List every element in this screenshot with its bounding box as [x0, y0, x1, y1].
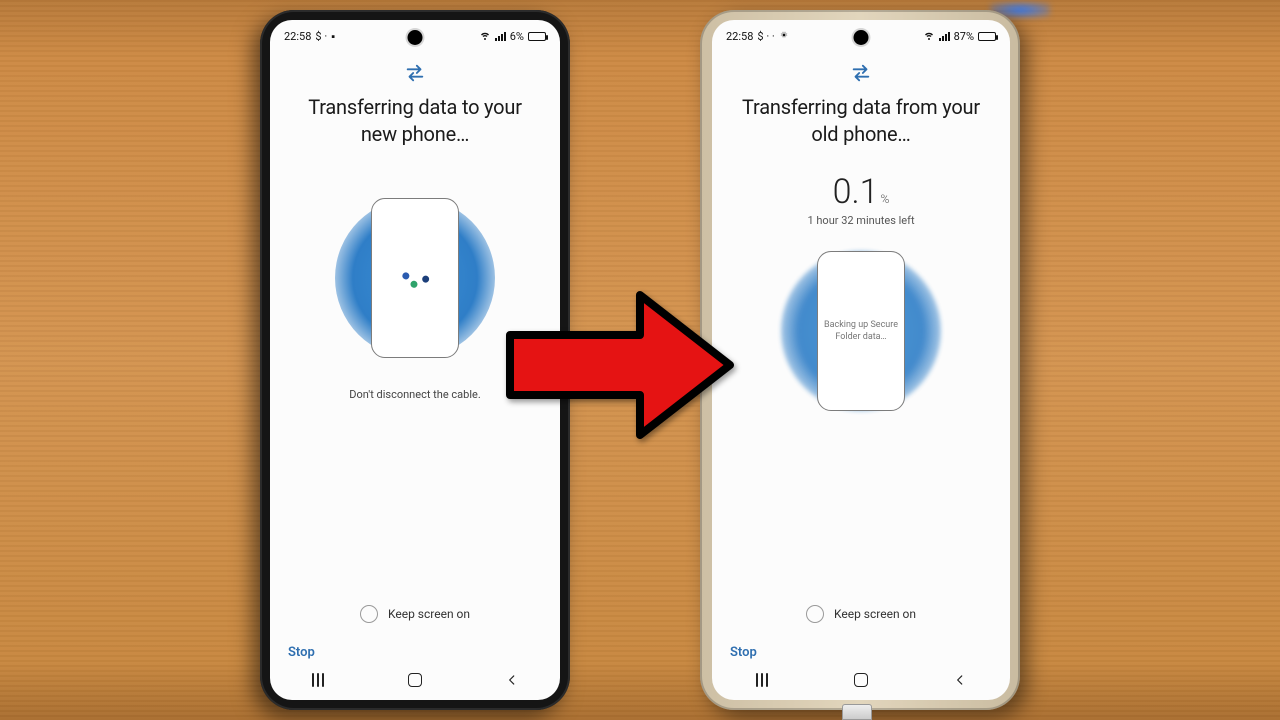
nav-bar — [270, 664, 560, 700]
page-title: Transferring data from your old phone… — [732, 94, 990, 148]
puzzle-icon: ▪ — [331, 30, 335, 43]
recents-icon — [756, 673, 768, 687]
back-icon — [505, 673, 519, 687]
status-time: 22:58 — [726, 30, 753, 43]
transfer-graphic — [325, 188, 505, 368]
nav-home-button[interactable] — [390, 673, 440, 687]
radio-icon — [806, 605, 824, 623]
loading-dots-icon — [401, 271, 429, 285]
recents-icon — [312, 673, 324, 687]
punch-hole-camera — [854, 30, 869, 45]
back-icon — [953, 673, 967, 687]
battery-percent: 6% — [510, 30, 524, 43]
nav-back-button[interactable] — [935, 673, 985, 687]
stop-button[interactable]: Stop — [288, 645, 315, 660]
progress-block: 0.1% 1 hour 32 minutes left — [807, 172, 914, 227]
keep-screen-on-toggle[interactable]: Keep screen on — [360, 605, 470, 623]
gear-icon — [779, 30, 789, 43]
home-icon — [854, 673, 868, 687]
bottom-bar: Stop — [270, 637, 560, 664]
progress-percent: 0.1 — [833, 172, 879, 212]
wifi-icon — [923, 29, 935, 44]
nav-home-button[interactable] — [836, 673, 886, 687]
nav-recents-button[interactable] — [737, 673, 787, 687]
keep-screen-on-toggle[interactable]: Keep screen on — [806, 605, 916, 623]
mini-phone-outline: Backing up Secure Folder data… — [817, 251, 905, 411]
nav-back-button[interactable] — [487, 673, 537, 687]
content-area: Transferring data from your old phone… 0… — [712, 48, 1010, 637]
page-title: Transferring data to your new phone… — [290, 94, 540, 148]
status-left-extras: $ · — [315, 30, 327, 43]
battery-icon — [978, 32, 996, 41]
wifi-icon — [479, 29, 491, 44]
status-left-extras: $ · · — [757, 30, 774, 43]
keep-screen-label: Keep screen on — [834, 607, 916, 621]
mini-status-text: Backing up Secure Folder data… — [824, 319, 898, 343]
battery-percent: 87% — [954, 30, 974, 43]
radio-icon — [360, 605, 378, 623]
direction-arrow-icon — [500, 280, 740, 450]
signal-icon — [939, 31, 950, 41]
transfer-icon — [850, 62, 872, 84]
nav-recents-button[interactable] — [293, 673, 343, 687]
hint-text: Don't disconnect the cable. — [349, 388, 480, 401]
home-icon — [408, 673, 422, 687]
screen-right: 22:58 $ · · 87% Transferring data from y… — [712, 20, 1010, 700]
transfer-graphic: Backing up Secure Folder data… — [771, 241, 951, 421]
keep-screen-label: Keep screen on — [388, 607, 470, 621]
percent-unit: % — [880, 192, 889, 206]
punch-hole-camera — [408, 30, 423, 45]
mini-phone-outline — [371, 198, 459, 358]
nav-bar — [712, 664, 1010, 700]
status-time: 22:58 — [284, 30, 311, 43]
bottom-bar: Stop — [712, 637, 1010, 664]
stop-button[interactable]: Stop — [730, 645, 757, 660]
transfer-icon — [404, 62, 426, 84]
signal-icon — [495, 31, 506, 41]
phone-right: 22:58 $ · · 87% Transferring data from y… — [700, 10, 1020, 710]
battery-icon — [528, 32, 546, 41]
usb-cable — [842, 704, 872, 720]
eta-text: 1 hour 32 minutes left — [807, 214, 914, 227]
